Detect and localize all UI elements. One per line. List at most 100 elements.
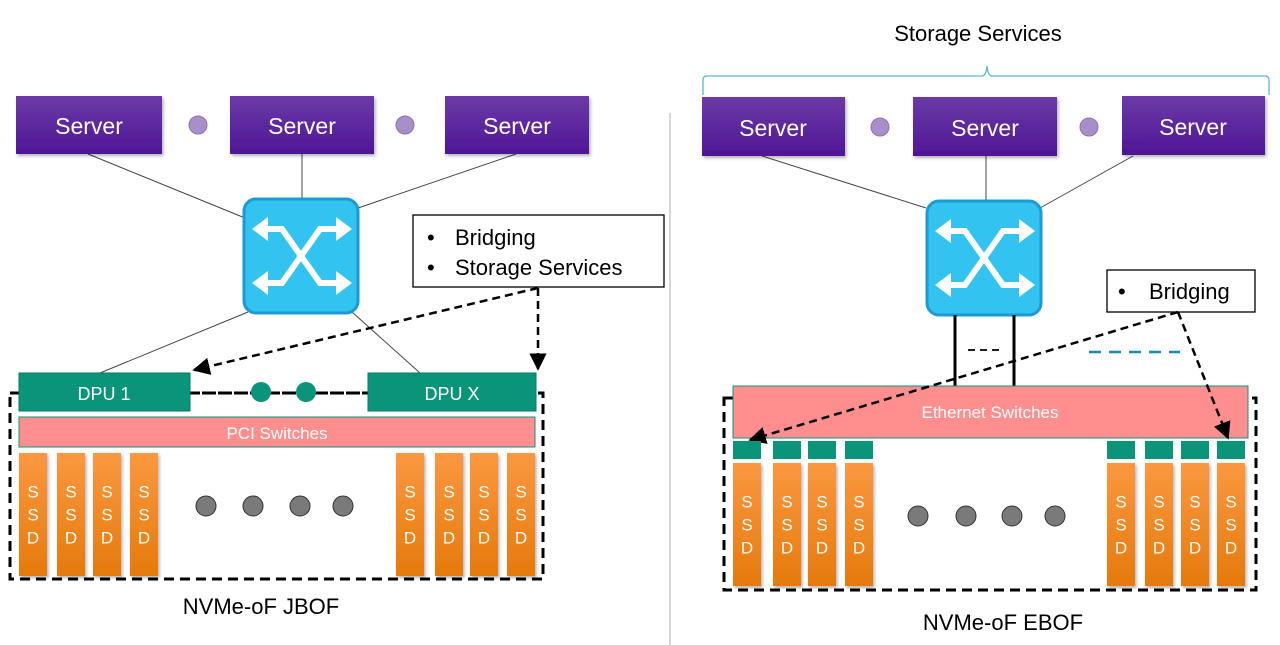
server-node: Server: [913, 97, 1057, 156]
callout-item: Bridging: [455, 225, 536, 250]
server-label: Server: [739, 115, 807, 141]
link-line: [87, 153, 246, 219]
dpu-node: DPU X: [367, 372, 537, 412]
ssd-nic: [1181, 441, 1209, 459]
ssd-nic: [1217, 441, 1245, 459]
dpu-ellipsis-dot: [251, 382, 271, 402]
ssd-letter: S: [101, 505, 112, 524]
ssd-drive: SSD: [1217, 441, 1245, 586]
ssd-drive: SSD: [19, 453, 47, 576]
ellipsis-dots: [907, 505, 1066, 527]
ssd-letter: S: [65, 482, 76, 501]
ssd-drive: SSD: [470, 453, 498, 576]
ellipsis-dot: [332, 495, 354, 517]
server-label: Server: [1159, 114, 1227, 140]
ssd-letter: S: [404, 482, 415, 501]
link-line: [357, 153, 517, 209]
network-switch-icon: [242, 197, 360, 315]
ellipsis-dot: [195, 495, 217, 517]
ssd-letter: D: [478, 528, 490, 547]
ssd-drive: SSD: [733, 441, 761, 586]
ebof-panel: Storage Services Server Server Server • …: [702, 21, 1270, 635]
bullet: •: [1118, 279, 1126, 304]
ssd-letter: D: [138, 528, 150, 547]
link-line: [1039, 155, 1134, 209]
ssd-letter: S: [443, 482, 454, 501]
server-node: Server: [445, 96, 589, 154]
ssd-letter: D: [515, 528, 527, 547]
dpu-ellipsis-dot: [296, 382, 316, 402]
ssd-letter: D: [101, 528, 113, 547]
jbof-title: NVMe-oF JBOF: [183, 594, 339, 619]
ssd-letter: S: [816, 492, 827, 511]
ssd-letter: D: [741, 538, 753, 557]
ellipsis-dot: [955, 505, 977, 527]
ssd-nic: [1107, 441, 1135, 459]
ssd-letter: D: [443, 528, 455, 547]
ssd-letter: D: [404, 528, 416, 547]
ellipsis-dot: [1001, 505, 1023, 527]
server-label: Server: [951, 115, 1019, 141]
ssd-letter: S: [816, 515, 827, 534]
ellipsis-dot: [870, 117, 890, 137]
ssd-letter: S: [515, 482, 526, 501]
ssd-drive: SSD: [507, 453, 535, 576]
server-node: Server: [230, 96, 374, 154]
server-node: Server: [16, 96, 162, 154]
ssd-letter: S: [138, 505, 149, 524]
ssd-letter: D: [27, 528, 39, 547]
callout-box: • Bridging • Storage Services: [412, 214, 665, 288]
ssd-letter: S: [1115, 492, 1126, 511]
server-label: Server: [483, 113, 551, 139]
ssd-drive: SSD: [396, 453, 424, 576]
bullet: •: [427, 255, 435, 280]
dpu-label: DPU X: [424, 384, 479, 404]
ssd-letter: S: [853, 492, 864, 511]
ssd-letter: S: [478, 505, 489, 524]
bullet: •: [427, 225, 435, 250]
pci-switch-bar: PCI Switches: [18, 416, 536, 448]
callout-item: Bridging: [1149, 279, 1230, 304]
ssd-letter: S: [1153, 492, 1164, 511]
ssd-drive: SSD: [1145, 441, 1173, 586]
ssd-drive: SSD: [773, 441, 801, 586]
ssd-letter: D: [853, 538, 865, 557]
jbof-panel: Server Server Server • Bridging • Storag…: [8, 96, 665, 619]
server-node: Server: [1122, 96, 1265, 155]
ssd-letter: S: [853, 515, 864, 534]
ssd-letter: D: [1115, 538, 1127, 557]
ssd-drive: SSD: [1107, 441, 1135, 586]
ssd-letter: S: [27, 482, 38, 501]
network-switch-icon: [925, 199, 1043, 317]
ellipsis-dot: [188, 115, 208, 135]
ssd-letter: S: [1225, 515, 1236, 534]
ssd-letter: S: [443, 505, 454, 524]
link-line: [99, 311, 249, 374]
server-label: Server: [268, 113, 336, 139]
callout-box: • Bridging: [1106, 269, 1256, 313]
ssd-letter: S: [1225, 492, 1236, 511]
ssd-group: SSDSSDSSDSSDSSDSSDSSDSSD: [733, 441, 1245, 586]
ssd-letter: S: [781, 515, 792, 534]
ssd-letter: S: [1189, 492, 1200, 511]
ssd-letter: S: [1115, 515, 1126, 534]
ssd-letter: S: [404, 505, 415, 524]
ssd-letter: S: [478, 482, 489, 501]
ssd-letter: S: [741, 492, 752, 511]
ellipsis-dots: [195, 495, 354, 517]
ssd-nic: [773, 441, 801, 459]
ssd-nic: [808, 441, 836, 459]
ssd-letter: S: [741, 515, 752, 534]
ssd-letter: D: [816, 538, 828, 557]
ssd-letter: S: [101, 482, 112, 501]
callout-item: Storage Services: [455, 255, 623, 280]
ellipsis-dot: [242, 495, 264, 517]
ssd-drive: SSD: [845, 441, 873, 586]
ssd-letter: D: [781, 538, 793, 557]
ssd-letter: D: [65, 528, 77, 547]
ethernet-switch-bar: Ethernet Switches: [732, 385, 1249, 439]
architecture-diagram: Server Server Server • Bridging • Storag…: [8, 21, 1270, 645]
ellipsis-dot: [289, 495, 311, 517]
ellipsis-dot: [1079, 117, 1099, 137]
ssd-letter: S: [781, 492, 792, 511]
